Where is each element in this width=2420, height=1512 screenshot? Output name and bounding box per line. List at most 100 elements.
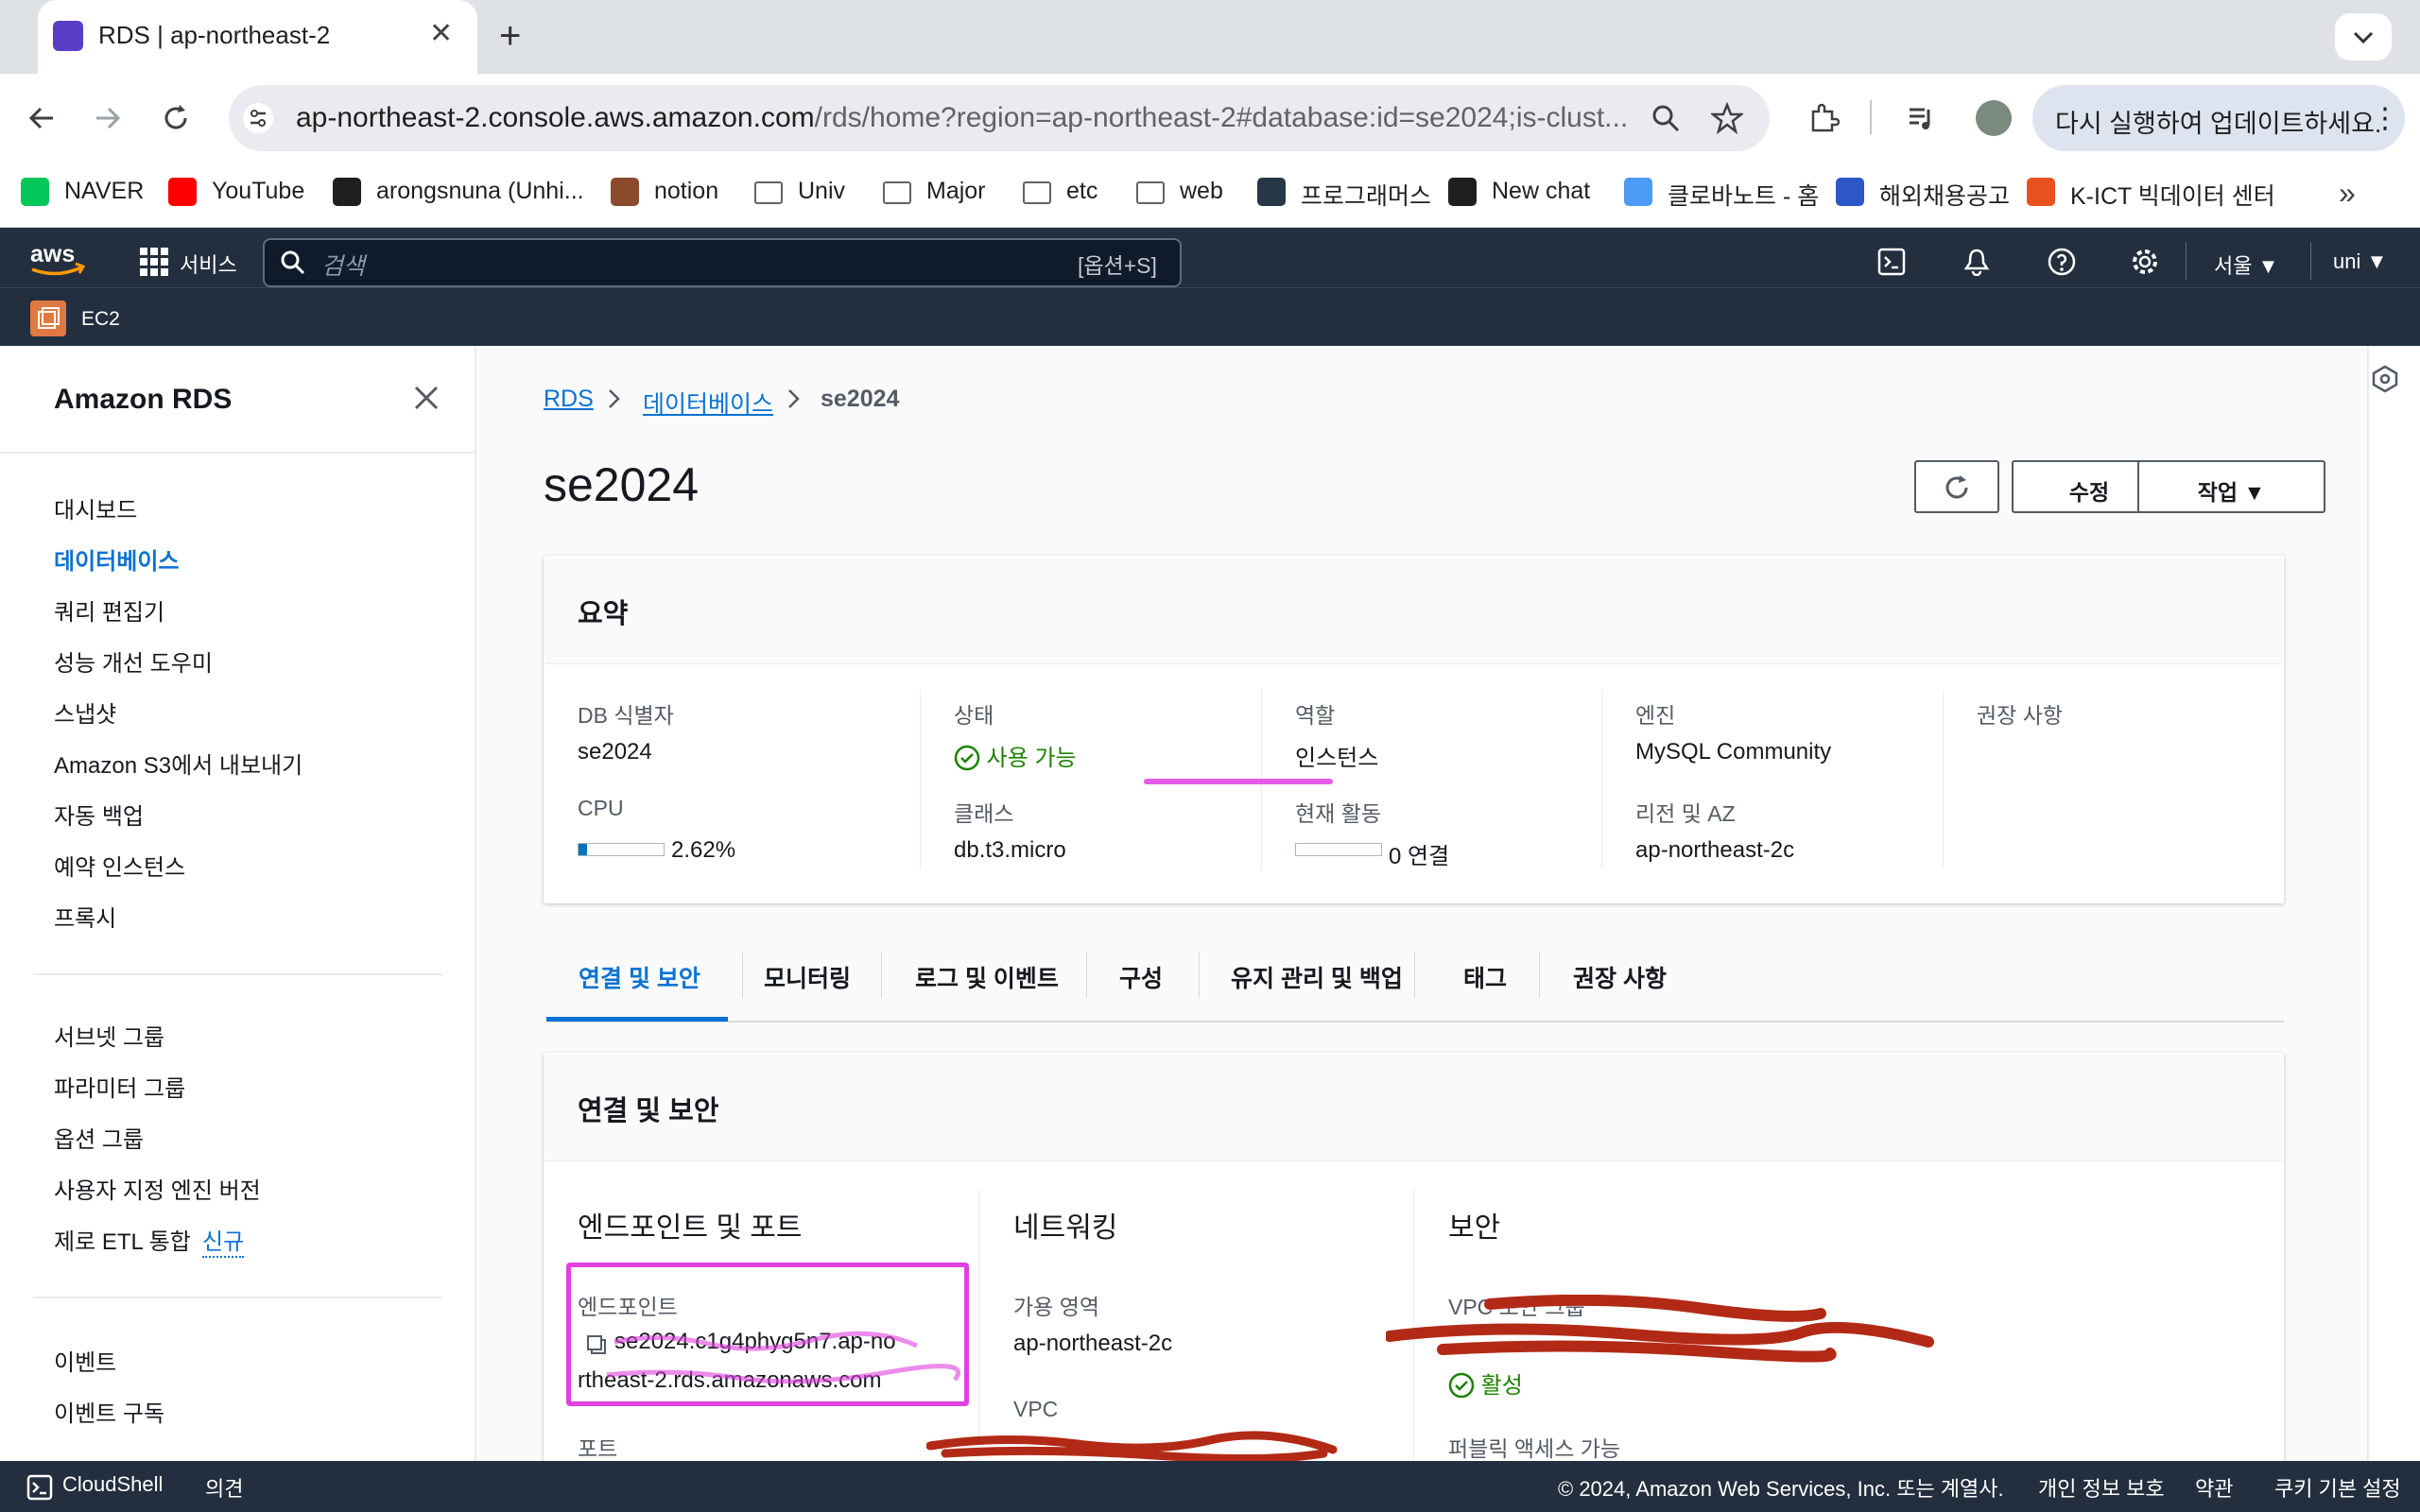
tab-item[interactable]: 유지 관리 및 백업: [1231, 960, 1403, 994]
actions-dropdown[interactable]: 작업 ▼: [2137, 460, 2325, 513]
services-grid-icon[interactable]: [140, 248, 168, 276]
cookie-settings-link[interactable]: 쿠키 기본 설정: [2274, 1472, 2401, 1503]
aws-search-input[interactable]: [263, 238, 1182, 287]
bookmark-item[interactable]: 해외채용공고: [1879, 178, 2010, 212]
search-icon: [280, 249, 306, 276]
bookmark-item[interactable]: 클로바노트 - 홈: [1668, 178, 1819, 212]
feedback-link[interactable]: 의견: [205, 1472, 243, 1503]
bookmark-item[interactable]: New chat: [1492, 178, 1590, 205]
bookmark-item[interactable]: notion: [654, 178, 718, 205]
privacy-link[interactable]: 개인 정보 보호: [2038, 1472, 2165, 1503]
activity-label: 현재 활동: [1295, 801, 1382, 826]
sidebar-item[interactable]: Amazon S3에서 내보내기: [54, 747, 302, 780]
check-circle-icon: [1448, 1372, 1475, 1399]
help-icon[interactable]: [2048, 248, 2076, 276]
sidebar-divider: [0, 452, 475, 454]
profile-avatar[interactable]: [1976, 100, 2012, 136]
services-menu[interactable]: 서비스: [180, 249, 237, 279]
engine-label: 엔진: [1635, 703, 1676, 728]
close-sidebar-icon[interactable]: [412, 384, 441, 412]
sidebar-item[interactable]: 예약 인스턴스: [54, 849, 185, 882]
breadcrumb-rds[interactable]: RDS: [544, 386, 594, 412]
summary-title: 요약: [578, 599, 629, 629]
sidebar-item[interactable]: 파라미터 그룹: [54, 1070, 185, 1103]
bookmark-item[interactable]: YouTube: [212, 178, 304, 205]
ec2-service-icon[interactable]: [30, 301, 66, 336]
toolbar-divider: [1870, 100, 1872, 134]
cloudshell-link[interactable]: CloudShell: [62, 1472, 163, 1497]
tab-divider: [1199, 953, 1200, 998]
bookmark-item[interactable]: Univ: [798, 178, 845, 205]
reload-icon[interactable]: [159, 101, 193, 135]
kict-icon: [2027, 178, 2055, 206]
forward-icon[interactable]: [91, 101, 125, 135]
role-label: 역할: [1295, 703, 1336, 728]
refresh-button[interactable]: [1914, 460, 1999, 513]
summary-divider: [1601, 690, 1602, 869]
tab-item[interactable]: 태그: [1463, 960, 1507, 994]
media-control-icon[interactable]: [1906, 102, 1938, 134]
chevron-down-icon: [2353, 31, 2374, 44]
chevron-right-icon: [785, 386, 804, 412]
site-info-icon[interactable]: [242, 102, 274, 134]
sidebar-item[interactable]: 프록시: [54, 900, 116, 933]
sidebar-item[interactable]: 사용자 지정 엔진 버전: [54, 1172, 261, 1205]
sidebar-item[interactable]: 서브넷 그룹: [54, 1019, 164, 1052]
openai-icon: [1448, 178, 1477, 206]
sidebar-item[interactable]: 성능 개선 도우미: [54, 644, 213, 678]
sidebar-item[interactable]: 자동 백업: [54, 798, 144, 831]
youtube-icon: [168, 178, 197, 206]
chevron-right-icon: [605, 386, 624, 412]
bookmark-item[interactable]: NAVER: [64, 178, 144, 205]
sidebar-item[interactable]: 이벤트: [54, 1344, 116, 1377]
bookmark-item[interactable]: K-ICT 빅데이터 센터: [2070, 178, 2275, 212]
zoom-search-icon[interactable]: [1651, 103, 1681, 133]
tab-item[interactable]: 권장 사항: [1573, 960, 1667, 994]
bookmark-star-icon[interactable]: [1711, 102, 1743, 134]
networking-heading: 네트워킹: [1013, 1212, 1118, 1244]
bookmark-item[interactable]: Major: [926, 178, 986, 205]
activity-value: 0 연결: [1389, 844, 1450, 869]
tab-item[interactable]: 모니터링: [764, 960, 851, 994]
tab-item[interactable]: 연결 및 보안: [579, 960, 700, 994]
sidebar-item[interactable]: 제로 ETL 통합: [54, 1223, 191, 1256]
extensions-icon[interactable]: [1807, 102, 1840, 134]
tab-close-icon[interactable]: ✕: [429, 17, 453, 50]
notifications-bell-icon[interactable]: [1962, 248, 1991, 276]
chrome-menu-icon[interactable]: ⋮: [2371, 102, 2399, 135]
region-selector[interactable]: 서울 ▼: [2214, 249, 2278, 280]
account-menu[interactable]: uni ▼: [2333, 249, 2387, 274]
more-bookmarks-icon[interactable]: »: [2339, 176, 2356, 211]
sidebar-item[interactable]: 쿼리 편집기: [54, 593, 164, 627]
db-id-value: se2024: [578, 739, 652, 765]
tab-search-button[interactable]: [2335, 13, 2392, 60]
bookmark-item[interactable]: 프로그래머스: [1301, 178, 1431, 212]
sidebar-item[interactable]: 대시보드: [54, 491, 137, 524]
sidebar-divider: [33, 1297, 442, 1298]
tab-divider: [1539, 953, 1540, 998]
sidebar-item[interactable]: 옵션 그룹: [54, 1121, 144, 1154]
cloudshell-icon[interactable]: [1877, 248, 1906, 276]
rds-favicon-icon: [53, 21, 83, 51]
terms-link[interactable]: 약관: [2195, 1472, 2233, 1503]
favorite-ec2[interactable]: EC2: [81, 308, 120, 331]
header-divider: [2186, 242, 2187, 280]
role-value: 인스턴스: [1295, 746, 1379, 771]
cpu-label: CPU: [578, 796, 624, 820]
back-icon[interactable]: [25, 101, 59, 135]
new-tab-icon[interactable]: +: [499, 15, 521, 58]
tab-item[interactable]: 로그 및 이벤트: [915, 960, 1059, 994]
bookmark-item[interactable]: arongsnuna (Unhi...: [376, 178, 584, 205]
breadcrumb-databases[interactable]: 데이터베이스: [643, 386, 773, 420]
bookmark-item[interactable]: etc: [1066, 178, 1098, 205]
sidebar-item[interactable]: 이벤트 구독: [54, 1395, 164, 1428]
aws-logo-icon[interactable]: aws: [28, 241, 89, 279]
settings-gear-icon[interactable]: [2131, 248, 2159, 276]
sidebar-item[interactable]: 데이터베이스: [54, 542, 179, 576]
cloudshell-footer-icon[interactable]: [26, 1474, 53, 1501]
sidebar-item[interactable]: 스냅샷: [54, 696, 116, 729]
bookmark-item[interactable]: web: [1180, 178, 1223, 205]
info-panel-icon[interactable]: [2371, 365, 2399, 393]
highlight-mark: [1144, 779, 1333, 784]
tab-item[interactable]: 구성: [1119, 960, 1163, 994]
